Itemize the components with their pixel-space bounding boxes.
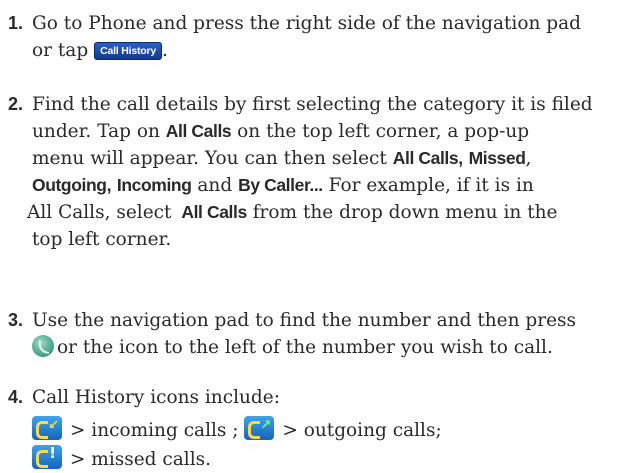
comma: , xyxy=(106,175,112,195)
step-2-line-6: top left corner. xyxy=(32,229,172,250)
missed-option: Missed xyxy=(468,148,526,168)
all-calls-label: All Calls xyxy=(165,121,232,141)
step-2: 2. Find the call details by first selecti… xyxy=(8,91,593,253)
incoming-calls-text: > incoming calls ; xyxy=(69,420,239,441)
step-1-text-or-tap: or tap xyxy=(32,40,89,61)
step-2-line-5-text-end: from the drop down menu in the xyxy=(252,202,558,223)
outgoing-calls-text: > outgoing calls; xyxy=(282,420,442,441)
step-1: 1. Go to Phone and press the right side o… xyxy=(8,10,581,64)
step-2-line-5-text: All Calls, select xyxy=(27,202,172,223)
step-number: 2. xyxy=(8,94,24,114)
step-2-line-2-text-end: on the top left corner, a pop-up xyxy=(237,121,530,142)
period: . xyxy=(162,40,168,61)
step-1-text: Go to Phone and press the right side of … xyxy=(32,13,581,34)
comma: , xyxy=(525,148,532,169)
by-caller-option: By Caller... xyxy=(238,175,323,195)
comma: , xyxy=(458,148,463,168)
call-history-button[interactable]: Call History xyxy=(94,42,163,60)
incoming-option: Incoming xyxy=(116,175,192,195)
step-4-line-1: Call History icons include: xyxy=(32,387,280,408)
step-number: 1. xyxy=(8,13,24,33)
step-number: 3. xyxy=(8,310,24,330)
outgoing-call-icon: ↗ xyxy=(244,416,275,440)
step-3: 3. Use the navigation pad to find the num… xyxy=(8,307,576,361)
step-2-line-1: Find the call details by first selecting… xyxy=(32,94,593,115)
green-phone-icon[interactable] xyxy=(32,335,54,357)
all-calls-option: All Calls xyxy=(181,202,247,222)
step-2-line-4-text: For example, if it is in xyxy=(328,175,534,196)
all-calls-option: All Calls xyxy=(392,148,459,168)
instructions-document: 1. Go to Phone and press the right side o… xyxy=(0,0,633,472)
step-2-line-2-text: under. Tap on xyxy=(32,121,160,142)
step-3-line-1: Use the navigation pad to find the numbe… xyxy=(32,310,577,331)
outgoing-option: Outgoing xyxy=(32,175,107,195)
step-2-line-3-text: menu will appear. You can then select xyxy=(32,148,387,169)
step-3-line-2: or the icon to the left of the number yo… xyxy=(57,337,553,358)
step-4: 4. Call History icons include: ↙ > incomi… xyxy=(8,384,442,473)
missed-call-icon: ! xyxy=(32,445,62,469)
missed-calls-text: > missed calls. xyxy=(69,449,211,470)
and-text: and xyxy=(197,175,233,196)
step-number: 4. xyxy=(8,387,24,407)
incoming-call-icon: ↙ xyxy=(32,416,62,440)
